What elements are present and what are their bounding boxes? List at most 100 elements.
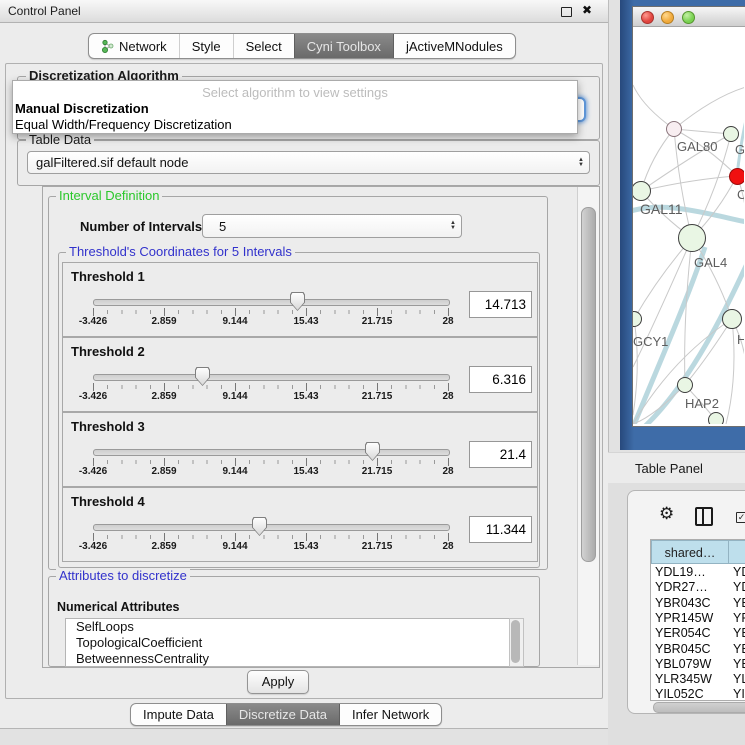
threshold-label: Threshold 1: [71, 269, 145, 284]
node-unnamed-top[interactable]: [723, 126, 739, 142]
node-large-center[interactable]: [678, 224, 706, 252]
slider-track[interactable]: [93, 449, 450, 456]
combo-arrows-icon: ▲▼: [573, 152, 589, 173]
table-data-combobox-value: galFiltered.sif default node: [28, 155, 573, 170]
thresholds-group-title: Threshold's Coordinates for 5 Intervals: [66, 245, 295, 258]
apply-button[interactable]: Apply: [247, 670, 309, 694]
slider-track[interactable]: [93, 299, 450, 306]
slider-ticks: [93, 383, 449, 391]
table-panel-title: Table Panel: [635, 461, 703, 476]
tab-select[interactable]: Select: [233, 34, 294, 58]
column-header-name[interactable]: name: [728, 540, 745, 564]
table-row[interactable]: YBR043CYBR0: [651, 596, 745, 611]
table-data-title: Table Data: [26, 133, 94, 146]
table-data-combobox[interactable]: galFiltered.sif default node ▲▼: [27, 151, 590, 174]
number-of-intervals-label: Number of Intervals: [80, 219, 202, 234]
tab-impute-data[interactable]: Impute Data: [131, 704, 226, 725]
popup-item-equal-width-frequency[interactable]: Equal Width/Frequency Discretization: [15, 117, 232, 132]
node-gal80[interactable]: [666, 121, 682, 137]
interval-definition-title: Interval Definition: [56, 189, 162, 202]
threshold-value-field[interactable]: 6.316: [469, 366, 532, 393]
slider-track[interactable]: [93, 524, 450, 531]
tab-style[interactable]: Style: [179, 34, 233, 58]
tab-discretize-data[interactable]: Discretize Data: [226, 704, 339, 725]
table-row[interactable]: YPR145WYPR1: [651, 611, 745, 626]
threshold-row-1: Threshold 1 -3.426 2.859 9.144 15.43 21.…: [62, 262, 538, 337]
node-table[interactable]: shared… name YDL19…YDL1 YDR27…YDR2 YBR04…: [650, 539, 745, 701]
node-label-gal11: GAL11: [640, 201, 683, 217]
node-label-partial-h: H: [737, 332, 744, 347]
table-row[interactable]: YBR045CYBR0: [651, 642, 745, 657]
algorithm-popup-hint: Select algorithm to view settings: [13, 85, 577, 100]
table-row[interactable]: YIL052CYIL0: [651, 687, 745, 701]
table-horizontal-scrollbar-thumb[interactable]: [653, 702, 745, 713]
network-view-window: GAL80 G C GAL11 GAL4 GCY1 H HAP2: [632, 6, 745, 427]
table-panel-inner: ⚙ ✓ ✓ shared… name YDL19…YDL1 YDR27…YDR2…: [627, 490, 745, 714]
numerical-attributes-list[interactable]: SelfLoops TopologicalCoefficient Between…: [65, 618, 524, 667]
split-columns-icon[interactable]: [695, 507, 713, 526]
control-panel-titlebar[interactable]: Control Panel ✖: [0, 0, 608, 23]
popup-item-manual-discretization[interactable]: Manual Discretization: [15, 101, 149, 116]
float-window-icon[interactable]: [561, 7, 572, 17]
table-row[interactable]: YDR27…YDR2: [651, 580, 745, 595]
threshold-value-field[interactable]: 14.713: [469, 291, 532, 318]
network-icon: [101, 39, 114, 53]
threshold-value-field[interactable]: 11.344: [469, 516, 532, 543]
node-label-hap2: HAP2: [685, 396, 719, 411]
slider-ticks: [93, 308, 449, 316]
list-item[interactable]: TopologicalCoefficient: [66, 635, 523, 651]
numerical-attributes-label: Numerical Attributes: [57, 600, 179, 614]
number-of-intervals-value: 5: [203, 219, 445, 234]
combo-arrows-icon: ▲▼: [445, 215, 461, 237]
threshold-label: Threshold 3: [71, 419, 145, 434]
network-window-titlebar[interactable]: [633, 7, 745, 27]
gear-icon[interactable]: ⚙: [659, 505, 674, 522]
table-row[interactable]: YDL19…YDL1: [651, 565, 745, 580]
node-hap2[interactable]: [677, 377, 693, 393]
slider-track[interactable]: [93, 374, 450, 381]
attributes-list-scrollbar-thumb[interactable]: [511, 620, 520, 663]
number-of-intervals-combobox[interactable]: 5 ▲▼: [202, 214, 462, 238]
tab-cyni-toolbox[interactable]: Cyni Toolbox: [294, 34, 393, 58]
table-panel-header: Table Panel: [608, 452, 745, 484]
tab-network-label: Network: [119, 39, 167, 54]
node-red-selected[interactable]: [729, 168, 744, 185]
algorithm-dropdown-popup: Select algorithm to view settings Manual…: [12, 80, 578, 134]
slider-ticks: [93, 533, 449, 541]
attributes-group-title: Attributes to discretize: [56, 569, 190, 582]
node-label-partial-c: C: [737, 187, 744, 202]
settings-scrollbar-thumb[interactable]: [581, 207, 596, 562]
threshold-row-2: Threshold 2 -3.426 2.859 9.144 15.43 21.…: [62, 337, 538, 412]
control-panel-window: Control Panel ✖ Network Style Select Cyn…: [0, 0, 609, 729]
node-label-partial-g: G: [735, 142, 744, 157]
table-row[interactable]: YER054CYER0: [651, 626, 745, 641]
control-panel-tabbar: Network Style Select Cyni Toolbox jActiv…: [88, 33, 516, 59]
list-item[interactable]: SelfLoops: [66, 619, 523, 635]
close-icon[interactable]: ✖: [582, 3, 592, 17]
threshold-label: Threshold 2: [71, 344, 145, 359]
table-panel-body: ⚙ ✓ ✓ shared… name YDL19…YDL1 YDR27…YDR2…: [608, 483, 745, 745]
tab-infer-network[interactable]: Infer Network: [339, 704, 441, 725]
bottom-tabbar: Impute Data Discretize Data Infer Networ…: [130, 703, 442, 726]
slider-ticks: [93, 458, 449, 466]
table-row[interactable]: YLR345WYLR3: [651, 672, 745, 687]
threshold-label: Threshold 4: [71, 494, 145, 509]
tab-network[interactable]: Network: [89, 34, 179, 58]
node-partial-bottom[interactable]: [708, 412, 724, 424]
node-label-gcy1: GCY1: [633, 334, 668, 349]
network-canvas[interactable]: GAL80 G C GAL11 GAL4 GCY1 H HAP2: [633, 27, 744, 424]
close-traffic-light[interactable]: [641, 11, 654, 24]
threshold-row-3: Threshold 3 -3.426 2.859 9.144 15.43 21.…: [62, 412, 538, 487]
column-header-shared-name[interactable]: shared…: [651, 540, 729, 564]
node-label-gal80: GAL80: [677, 139, 717, 154]
checkbox-icon-1[interactable]: ✓: [736, 512, 745, 523]
threshold-value-field[interactable]: 21.4: [469, 441, 532, 468]
minimize-traffic-light[interactable]: [661, 11, 674, 24]
table-row[interactable]: YBL079WYBL0: [651, 657, 745, 672]
node-label-gal4: GAL4: [694, 255, 727, 270]
threshold-row-4: Threshold 4 -3.426 2.859 9.144 15.43 21.…: [62, 487, 538, 562]
tab-jactivemnodules[interactable]: jActiveMNodules: [393, 34, 515, 58]
list-item[interactable]: BetweennessCentrality: [66, 651, 523, 667]
zoom-traffic-light[interactable]: [682, 11, 695, 24]
node-h[interactable]: [722, 309, 742, 329]
